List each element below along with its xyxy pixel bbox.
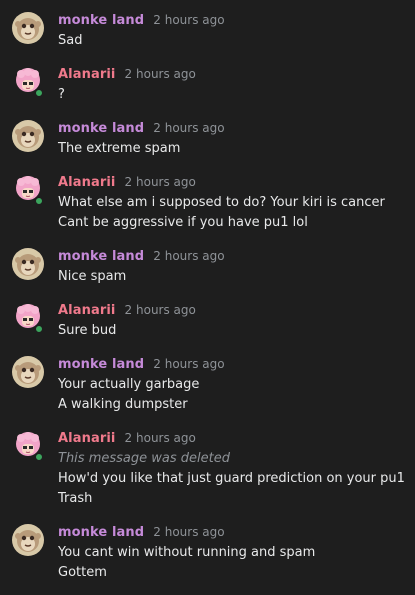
- monkey-avatar-icon: [12, 524, 44, 556]
- online-status-icon: [34, 196, 44, 206]
- monkey-avatar-icon: [12, 248, 44, 280]
- message-author[interactable]: Alanarii: [58, 175, 115, 190]
- online-status-icon: [34, 88, 44, 98]
- message-timestamp: 2 hours ago: [124, 303, 196, 317]
- message-text: You cant win without running and spam: [58, 545, 316, 560]
- message-timestamp: 2 hours ago: [153, 525, 225, 539]
- avatar-alanarii[interactable]: [12, 430, 44, 462]
- message-author[interactable]: monke land: [58, 525, 144, 540]
- message-text: Sure bud: [58, 323, 117, 338]
- message-author[interactable]: monke land: [58, 249, 144, 264]
- message-text: Your actually garbage: [58, 377, 200, 392]
- online-status-icon: [34, 452, 44, 462]
- message-author[interactable]: monke land: [58, 13, 144, 28]
- message-author[interactable]: monke land: [58, 357, 144, 372]
- message-author[interactable]: Alanarii: [58, 431, 115, 446]
- message-text: Trash: [58, 491, 93, 506]
- message-timestamp: 2 hours ago: [153, 357, 225, 371]
- message-timestamp: 2 hours ago: [124, 175, 196, 189]
- monkey-avatar-icon: [12, 12, 44, 44]
- message-text: Gottem: [58, 565, 107, 580]
- message-text: What else am i supposed to do? Your kiri…: [58, 195, 385, 210]
- avatar-monke-land[interactable]: [12, 120, 44, 152]
- message-text: The extreme spam: [58, 141, 181, 156]
- message-text: How'd you like that just guard predictio…: [58, 471, 405, 486]
- message-text: Cant be aggressive if you have pu1 lol: [58, 215, 308, 230]
- monkey-avatar-icon: [12, 120, 44, 152]
- message-text: ?: [58, 87, 65, 102]
- avatar-monke-land[interactable]: [12, 12, 44, 44]
- online-status-icon: [34, 324, 44, 334]
- avatar-monke-land[interactable]: [12, 524, 44, 556]
- avatar-alanarii[interactable]: [12, 174, 44, 206]
- message-timestamp: 2 hours ago: [124, 431, 196, 445]
- message-text: Sad: [58, 33, 83, 48]
- deleted-message-notice: This message was deleted: [58, 451, 230, 466]
- message-author[interactable]: Alanarii: [58, 303, 115, 318]
- message-timestamp: 2 hours ago: [153, 13, 225, 27]
- message-text: A walking dumpster: [58, 397, 188, 412]
- monkey-avatar-icon: [12, 356, 44, 388]
- message-author[interactable]: Alanarii: [58, 67, 115, 82]
- message-text: Nice spam: [58, 269, 127, 284]
- message-timestamp: 2 hours ago: [153, 249, 225, 263]
- chat-message-list: monke land 2 hours ago Sad Alanarii 2 ho…: [0, 0, 415, 595]
- avatar-alanarii[interactable]: [12, 66, 44, 98]
- message-author[interactable]: monke land: [58, 121, 144, 136]
- avatar-alanarii[interactable]: [12, 302, 44, 334]
- avatar-monke-land[interactable]: [12, 356, 44, 388]
- avatar-monke-land[interactable]: [12, 248, 44, 280]
- message-timestamp: 2 hours ago: [153, 121, 225, 135]
- message-timestamp: 2 hours ago: [124, 67, 196, 81]
